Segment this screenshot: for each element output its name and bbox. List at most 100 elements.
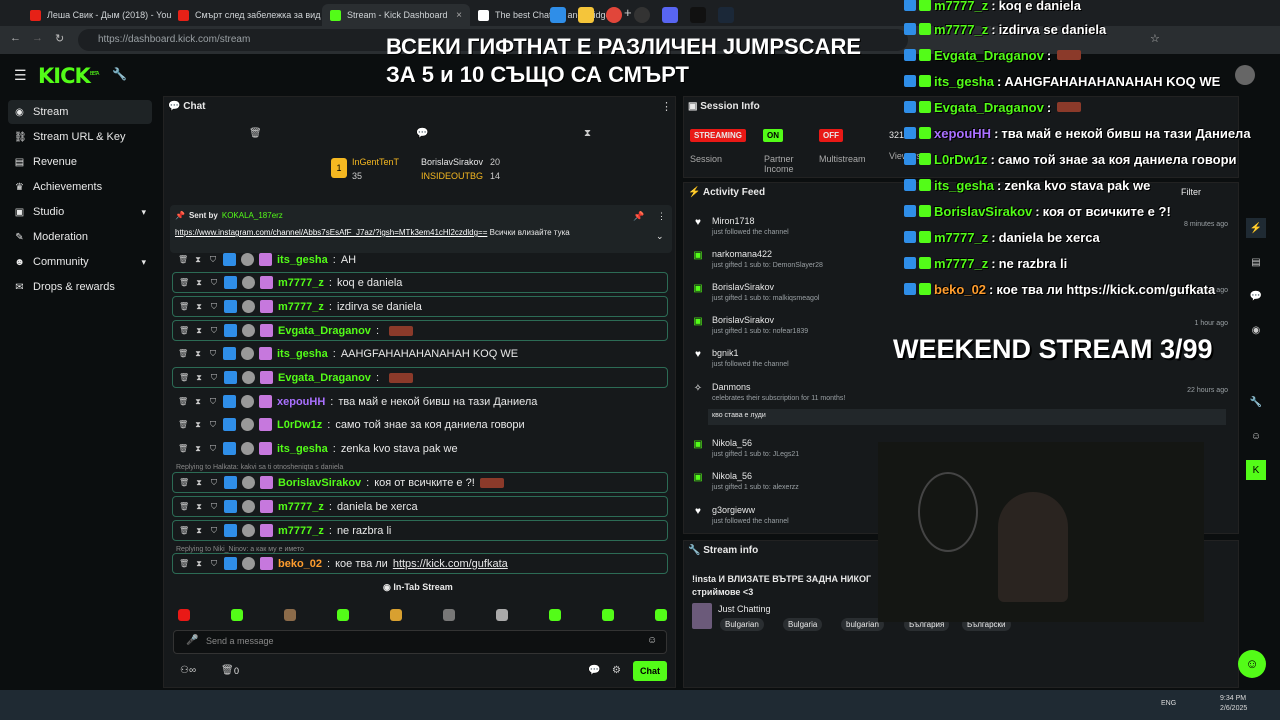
avatar[interactable] [1235,65,1255,85]
unpin-icon[interactable]: 📌 [633,211,644,222]
gear-icon[interactable]: ⚙ [612,665,621,676]
tab-kick-dashboard[interactable]: Stream - Kick Dashboard × [322,4,470,26]
emote-picker-icon[interactable] [284,609,296,621]
chat-username[interactable]: m7777_z [278,277,324,289]
timeout-icon[interactable]: ⧗ [194,326,204,336]
chat-username[interactable]: m7777_z [278,525,324,537]
chrome-icon[interactable] [606,7,622,23]
timeout-icon[interactable]: ⧗ [194,559,204,569]
chat-message[interactable]: 🗑 ⧗ ⛉ beko_02: кое тва ли https://kick.com/gu… [172,553,668,574]
chat-message[interactable]: 🗑 ⧗ ⛉ Evgata_Draganov: [172,320,668,341]
feed-username[interactable]: Danmons [712,382,751,392]
ban-icon[interactable]: ⛉ [209,326,219,336]
chat-message[interactable]: 🗑 ⧗ ⛉ m7777_z: daniela be xerca [172,496,668,517]
chat-message[interactable]: 🗑 ⧗ ⛉ xepouHH: тва май е некой бивш на тази … [172,391,668,412]
chat-message[interactable]: 🗑 ⧗ ⛉ m7777_z: koq e daniela [172,272,668,293]
wrench-icon[interactable]: 🔧 [112,67,127,81]
chat-username[interactable]: BorislavSirakov [278,477,361,489]
timeout-icon[interactable]: ⧗ [193,420,203,430]
sidebar-item-moderation[interactable]: ✎ Moderation [8,225,152,249]
delete-icon[interactable]: 🗑 [179,502,189,511]
message-input[interactable]: Send a message [206,636,274,646]
chat-message[interactable]: 🗑 ⧗ ⛉ L0rDw1z: само той знае за коя даниела … [172,414,668,435]
sidebar-item-stream[interactable]: ◉ Stream [8,100,152,124]
sidebar-item-drops[interactable]: ✉ Drops & rewards [8,275,152,299]
emote-picker-icon[interactable] [655,609,667,621]
file-explorer-icon[interactable] [578,7,594,23]
rail-kick-icon[interactable]: K [1246,460,1266,480]
ban-icon[interactable]: ⛉ [208,255,218,265]
rail-wrench-icon[interactable]: 🔧 [1246,392,1266,412]
terminal-icon[interactable] [690,7,706,23]
filter-button[interactable]: Filter [1181,187,1201,197]
emote-picker-icon[interactable] [443,609,455,621]
chat-username[interactable]: its_gesha [277,443,328,455]
emote-picker-icon[interactable] [602,609,614,621]
chat-message[interactable]: 🗑 ⧗ ⛉ its_gesha: AAHGFAHAHAHANAHAH KOQ WE [172,343,668,364]
sidebar-item-revenue[interactable]: ▤ Revenue [8,150,152,174]
feed-username[interactable]: Nikola_56 [712,438,752,448]
emoji-icon[interactable]: ☺ [647,635,657,646]
timeout-icon[interactable]: ⧗ [193,397,203,407]
windows-start-icon[interactable] [550,7,566,23]
timeout-icon[interactable]: ⧗ [193,444,203,454]
emote-picker-icon[interactable] [231,609,243,621]
delete-icon[interactable]: 🗑 [179,302,189,311]
delete-icon[interactable]: 🗑 [178,444,188,453]
mic-icon[interactable]: 🎤 [186,635,198,646]
menu-icon[interactable]: ☰ [14,67,27,84]
ban-icon[interactable]: ⛉ [209,559,219,569]
bookmark-icon[interactable]: ☆ [1150,32,1160,45]
rail-robot-icon[interactable]: ☺ [1246,426,1266,446]
clock-time[interactable]: 9:34 PM [1220,695,1246,702]
chat-username[interactable]: Evgata_Draganov [278,372,371,384]
chat-bubble-icon[interactable]: 💬 [416,128,428,139]
chat-username[interactable]: its_gesha [277,254,328,266]
chat-message[interactable]: 🗑 ⧗ ⛉ m7777_z: izdirva se daniela [172,296,668,317]
ban-icon[interactable]: ⛉ [208,420,218,430]
chat-message[interactable]: 🗑 ⧗ ⛉ BorislavSirakov: коя от всичките е ?! [172,472,668,493]
chat-link[interactable]: https://kick.com/gufkata [393,558,508,570]
chevron-down-icon[interactable]: ⌄ [656,231,664,242]
timeout-icon[interactable]: ⧗ [194,526,204,536]
rail-doc-icon[interactable]: ▤ [1246,252,1266,272]
feed-username[interactable]: narkomana422 [712,249,772,259]
kick-logo[interactable]: KICKBETA [38,64,99,88]
rail-audio-icon[interactable]: ◉ [1246,320,1266,340]
new-tab-icon[interactable]: + [624,5,632,20]
users-icon[interactable]: ⚇∞ [180,665,196,676]
chat-bubble-icon[interactable]: 💬 [588,665,600,676]
timeout-icon[interactable]: ⧗ [194,478,204,488]
feed-username[interactable]: Nikola_56 [712,471,752,481]
ban-icon[interactable]: ⛉ [209,278,219,288]
feed-username[interactable]: BorislavSirakov [712,282,774,292]
ban-icon[interactable]: ⛉ [208,444,218,454]
tab-chatbot[interactable]: The best ChatBot and Widgets× [470,4,620,26]
timeout-icon[interactable]: ⧗ [193,349,203,359]
pinned-more-icon[interactable]: ⋮ [657,211,666,222]
feed-username[interactable]: g3orgieww [712,505,755,515]
delete-icon[interactable]: 🗑 [178,397,188,406]
feed-username[interactable]: Miron1718 [712,216,755,226]
delete-icon[interactable]: 🗑 [179,478,189,487]
hourglass-icon[interactable]: ⧗ [584,128,591,139]
chat-username[interactable]: L0rDw1z [277,419,322,431]
back-icon[interactable]: ← [10,32,21,44]
ban-icon[interactable]: ⛉ [208,349,218,359]
reload-icon[interactable]: ↻ [55,32,64,45]
ban-icon[interactable]: ⛉ [209,373,219,383]
delete-icon[interactable]: 🗑 [179,278,189,287]
clock-date[interactable]: 2/6/2025 [1220,705,1247,712]
chat-username[interactable]: m7777_z [278,301,324,313]
in-tab-stream[interactable]: ◉ In-Tab Stream [383,582,453,593]
chat-username[interactable]: m7777_z [278,501,324,513]
ban-icon[interactable]: ⛉ [209,302,219,312]
chat-username[interactable]: Evgata_Draganov [278,325,371,337]
chat-message[interactable]: 🗑 ⧗ ⛉ Evgata_Draganov: [172,367,668,388]
more-icon[interactable]: ⋮ [661,100,672,113]
emote-picker-icon[interactable] [496,609,508,621]
emote-picker-icon[interactable] [178,609,190,621]
obs-icon[interactable] [634,7,650,23]
emote-picker-icon[interactable] [337,609,349,621]
emote-picker-icon[interactable] [549,609,561,621]
